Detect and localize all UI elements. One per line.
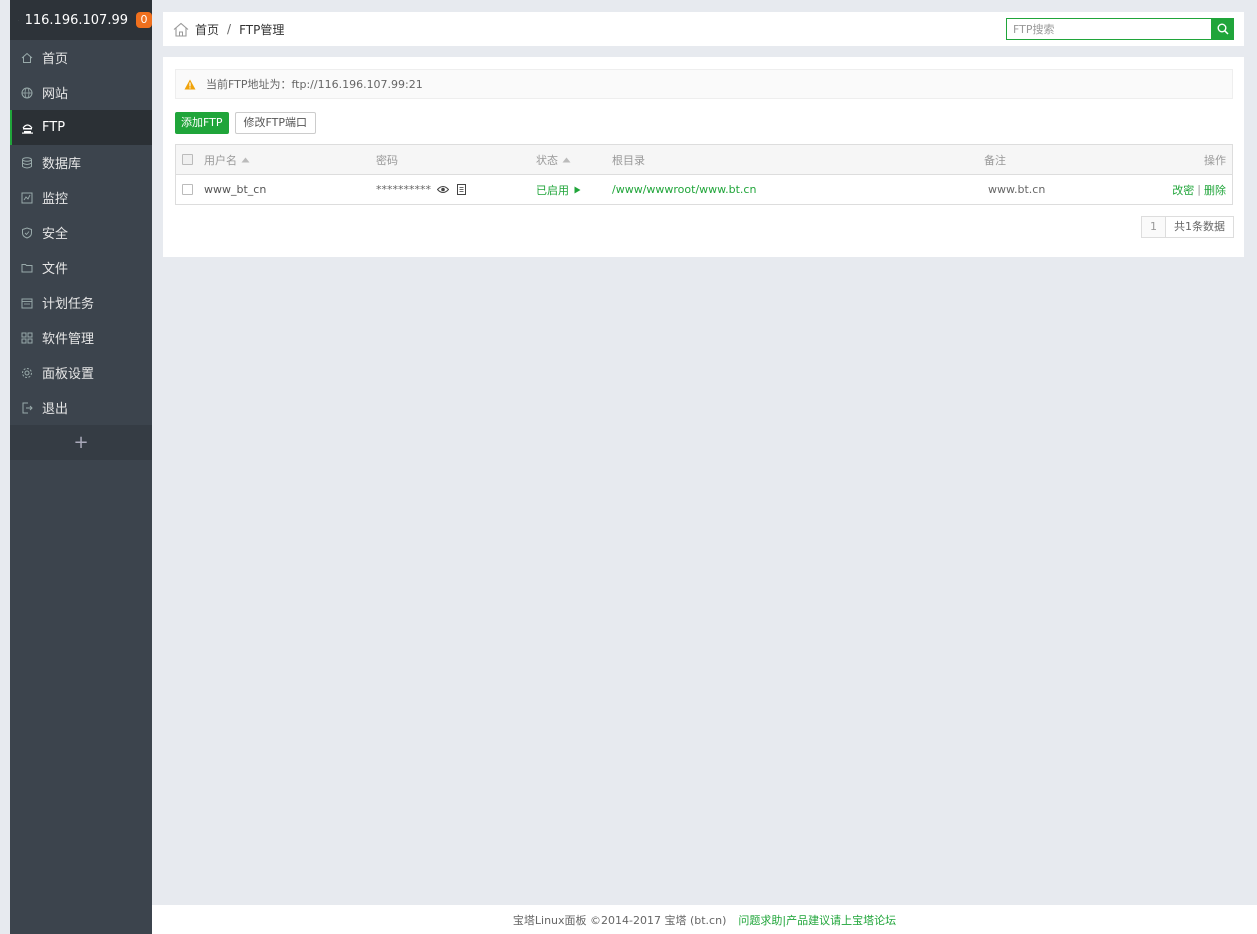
breadcrumb-separator: /: [227, 22, 232, 36]
notice-text: 当前FTP地址为：ftp://116.196.107.99:21: [206, 78, 423, 91]
footer-forum-link[interactable]: 问题求助|产品建议请上宝塔论坛: [738, 912, 896, 928]
row-password: **********: [376, 183, 431, 196]
server-ip: 116.196.107.99: [24, 12, 128, 28]
action-separator: |: [1197, 183, 1201, 196]
sidebar-item-label: 安全: [42, 227, 69, 242]
sidebar-item-label: 软件管理: [42, 332, 95, 347]
play-icon: [574, 186, 581, 193]
breadcrumb-current: FTP管理: [239, 22, 285, 37]
home-icon[interactable]: [173, 22, 189, 37]
add-shortcut-button[interactable]: +: [10, 425, 152, 460]
warning-icon: [184, 79, 196, 89]
header-root: 根目录: [612, 153, 645, 167]
row-status[interactable]: 已启用: [536, 175, 581, 204]
header-status-label: 状态: [536, 153, 558, 167]
row-password-cell: **********: [376, 175, 466, 204]
total-count: 共1条数据: [1174, 220, 1225, 233]
table-row: www_bt_cn ********** 已启用 /www/wwwroot/ww…: [176, 175, 1232, 204]
monitor-icon: [20, 191, 34, 205]
row-actions: 改密 | 删除: [1172, 175, 1226, 204]
sidebar-item-label: 监控: [42, 192, 69, 207]
header-action: 操作: [1204, 153, 1226, 167]
home-icon: [20, 51, 34, 65]
change-ftp-port-button[interactable]: 修改FTP端口: [234, 112, 316, 134]
page-number[interactable]: 1: [1142, 217, 1166, 237]
ftp-icon: [20, 121, 34, 135]
sidebar-item-label: 数据库: [42, 157, 82, 172]
header-remark: 备注: [984, 153, 1006, 167]
folder-icon: [20, 261, 34, 275]
header-password: 密码: [376, 153, 398, 167]
sidebar-item-label: 计划任务: [42, 297, 95, 312]
search-icon: [1217, 23, 1229, 35]
table-header: 用户名 密码 状态 根目录 备注 操作: [176, 145, 1232, 175]
sidebar-item-home[interactable]: 首页: [10, 40, 152, 75]
globe-icon: [20, 86, 34, 100]
sidebar-item-logout[interactable]: 退出: [10, 390, 152, 425]
header-username-label: 用户名: [204, 153, 237, 167]
sidebar-item-label: 面板设置: [42, 367, 95, 382]
add-ftp-button[interactable]: 添加FTP: [175, 112, 229, 134]
gear-icon: [20, 366, 34, 380]
grid-icon: [20, 331, 34, 345]
select-all-checkbox[interactable]: [182, 154, 193, 165]
search-button[interactable]: [1212, 18, 1234, 40]
change-password-link[interactable]: 改密: [1172, 182, 1194, 198]
delete-link[interactable]: 删除: [1204, 182, 1226, 198]
sidebar-item-ftp[interactable]: FTP: [10, 110, 152, 145]
database-icon: [20, 156, 34, 170]
breadcrumb: 首页 / FTP管理: [173, 21, 284, 38]
sidebar-item-monitor[interactable]: 监控: [10, 180, 152, 215]
copy-icon[interactable]: [457, 184, 466, 195]
calendar-icon: [20, 296, 34, 310]
logout-icon: [20, 401, 34, 415]
sidebar-item-label: 文件: [42, 262, 69, 277]
sidebar-item-settings[interactable]: 面板设置: [10, 355, 152, 390]
sidebar-item-software[interactable]: 软件管理: [10, 320, 152, 355]
ftp-panel: 当前FTP地址为：ftp://116.196.107.99:21 添加FTP 修…: [163, 57, 1244, 257]
sidebar-item-label: 首页: [42, 52, 69, 67]
footer-copyright: 宝塔Linux面板 ©2014-2017 宝塔 (bt.cn): [512, 913, 727, 927]
row-root-link[interactable]: /www/wwwroot/www.bt.cn: [612, 175, 756, 204]
header-username[interactable]: 用户名: [204, 145, 250, 174]
sidebar-item-label: 退出: [42, 402, 69, 417]
toolbar: 添加FTP 修改FTP端口: [175, 112, 316, 134]
server-header[interactable]: 116.196.107.99 0: [10, 0, 152, 40]
sidebar: 116.196.107.99 0 首页 网站 FTP 数据库 监控 安全 文件 …: [10, 0, 152, 934]
row-status-label: 已启用: [536, 183, 569, 197]
sidebar-item-label: FTP: [42, 120, 66, 135]
ftp-address-notice: 当前FTP地址为：ftp://116.196.107.99:21: [175, 69, 1233, 99]
sort-asc-icon: [562, 157, 571, 162]
monitor-server-icon: [18, 19, 19, 21]
notification-badge[interactable]: 0: [136, 12, 152, 28]
search-input[interactable]: [1006, 18, 1212, 40]
header-status[interactable]: 状态: [536, 145, 571, 174]
sidebar-item-database[interactable]: 数据库: [10, 145, 152, 180]
sidebar-item-label: 网站: [42, 87, 69, 102]
row-username: www_bt_cn: [204, 183, 267, 196]
eye-icon[interactable]: [437, 185, 449, 194]
breadcrumb-home[interactable]: 首页: [195, 21, 219, 38]
sort-asc-icon: [241, 157, 250, 162]
sidebar-item-security[interactable]: 安全: [10, 215, 152, 250]
row-checkbox[interactable]: [182, 184, 193, 195]
shield-icon: [20, 226, 34, 240]
pagination: 1 共1条数据: [1141, 216, 1234, 238]
footer: 宝塔Linux面板 ©2014-2017 宝塔 (bt.cn) 问题求助|产品建…: [152, 905, 1257, 934]
sidebar-item-website[interactable]: 网站: [10, 75, 152, 110]
sidebar-item-files[interactable]: 文件: [10, 250, 152, 285]
search-box: [1006, 18, 1234, 40]
top-bar: 首页 / FTP管理: [163, 12, 1244, 46]
ftp-table: 用户名 密码 状态 根目录 备注 操作 www_bt_cn **********: [175, 144, 1233, 205]
row-remark[interactable]: www.bt.cn: [988, 175, 1045, 204]
sidebar-item-cron[interactable]: 计划任务: [10, 285, 152, 320]
